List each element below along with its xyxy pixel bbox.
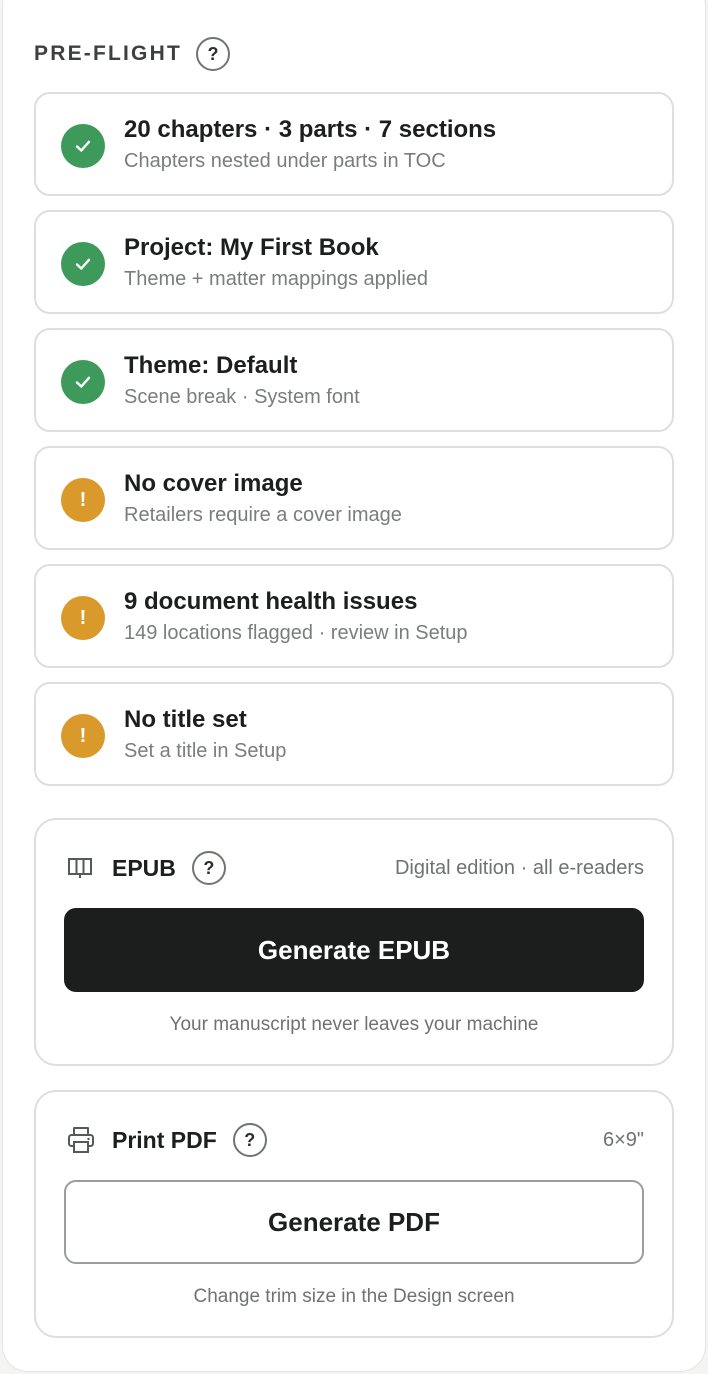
book-icon	[66, 853, 96, 883]
check-subtitle: 149 locations flagged · review in Setup	[124, 622, 468, 644]
preflight-help-button[interactable]: ?	[196, 37, 230, 71]
epub-format-name: EPUB	[112, 854, 176, 881]
epub-description: Digital edition · all e-readers	[394, 856, 644, 879]
check-subtitle: Retailers require a cover image	[124, 504, 402, 526]
preflight-check-project: Project: My First Book Theme + matter ma…	[34, 210, 674, 314]
preflight-check-theme: Theme: Default Scene break · System font	[34, 328, 674, 432]
check-warning-icon: !	[61, 714, 105, 758]
check-title: Theme: Default	[124, 352, 298, 379]
pdf-format-name: Print PDF	[112, 1126, 217, 1153]
preflight-title: PRE-FLIGHT	[34, 42, 182, 65]
epub-privacy-note: Your manuscript never leaves your machin…	[169, 1014, 539, 1035]
printer-icon	[66, 1125, 96, 1155]
check-success-icon	[61, 360, 105, 404]
preflight-header: PRE-FLIGHT ?	[34, 36, 230, 72]
check-warning-icon: !	[61, 596, 105, 640]
check-title: No title set	[124, 706, 247, 733]
pdf-trim-note: Change trim size in the Design screen	[193, 1286, 515, 1307]
check-subtitle: Scene break · System font	[124, 386, 360, 408]
check-subtitle: Set a title in Setup	[124, 740, 287, 762]
check-title: 20 chapters · 3 parts · 7 sections	[124, 116, 497, 143]
pdf-help-button[interactable]: ?	[232, 1123, 267, 1157]
check-warning-icon: !	[61, 478, 105, 522]
pdf-export-card: Print PDF ? 6×9" Generate PDF Change tri…	[34, 1090, 674, 1338]
preflight-check-chapters: 20 chapters · 3 parts · 7 sections Chapt…	[34, 92, 674, 196]
pdf-card-header: Print PDF ? 6×9"	[66, 1120, 644, 1160]
epub-export-card: EPUB ? Digital edition · all e-readers G…	[34, 818, 674, 1066]
warning-mark: !	[79, 606, 87, 629]
preflight-check-cover: ! No cover image Retailers require a cov…	[34, 446, 674, 550]
pdf-trim-size: 6×9"	[602, 1128, 644, 1151]
check-success-icon	[61, 242, 105, 286]
warning-mark: !	[79, 488, 87, 511]
check-title: 9 document health issues	[124, 588, 418, 615]
check-title: Project: My First Book	[124, 234, 379, 261]
check-subtitle: Theme + matter mappings applied	[124, 268, 429, 290]
epub-card-header: EPUB ? Digital edition · all e-readers	[66, 848, 644, 888]
check-title: No cover image	[124, 470, 303, 497]
warning-mark: !	[79, 724, 87, 747]
check-subtitle: Chapters nested under parts in TOC	[124, 150, 446, 172]
generate-pdf-button[interactable]: Generate PDF	[64, 1180, 644, 1264]
preflight-check-health: ! 9 document health issues 149 locations…	[34, 564, 674, 668]
generate-epub-button[interactable]: Generate EPUB	[64, 908, 644, 992]
preflight-check-title: ! No title set Set a title in Setup	[34, 682, 674, 786]
epub-help-button[interactable]: ?	[191, 851, 226, 885]
check-success-icon	[61, 124, 105, 168]
